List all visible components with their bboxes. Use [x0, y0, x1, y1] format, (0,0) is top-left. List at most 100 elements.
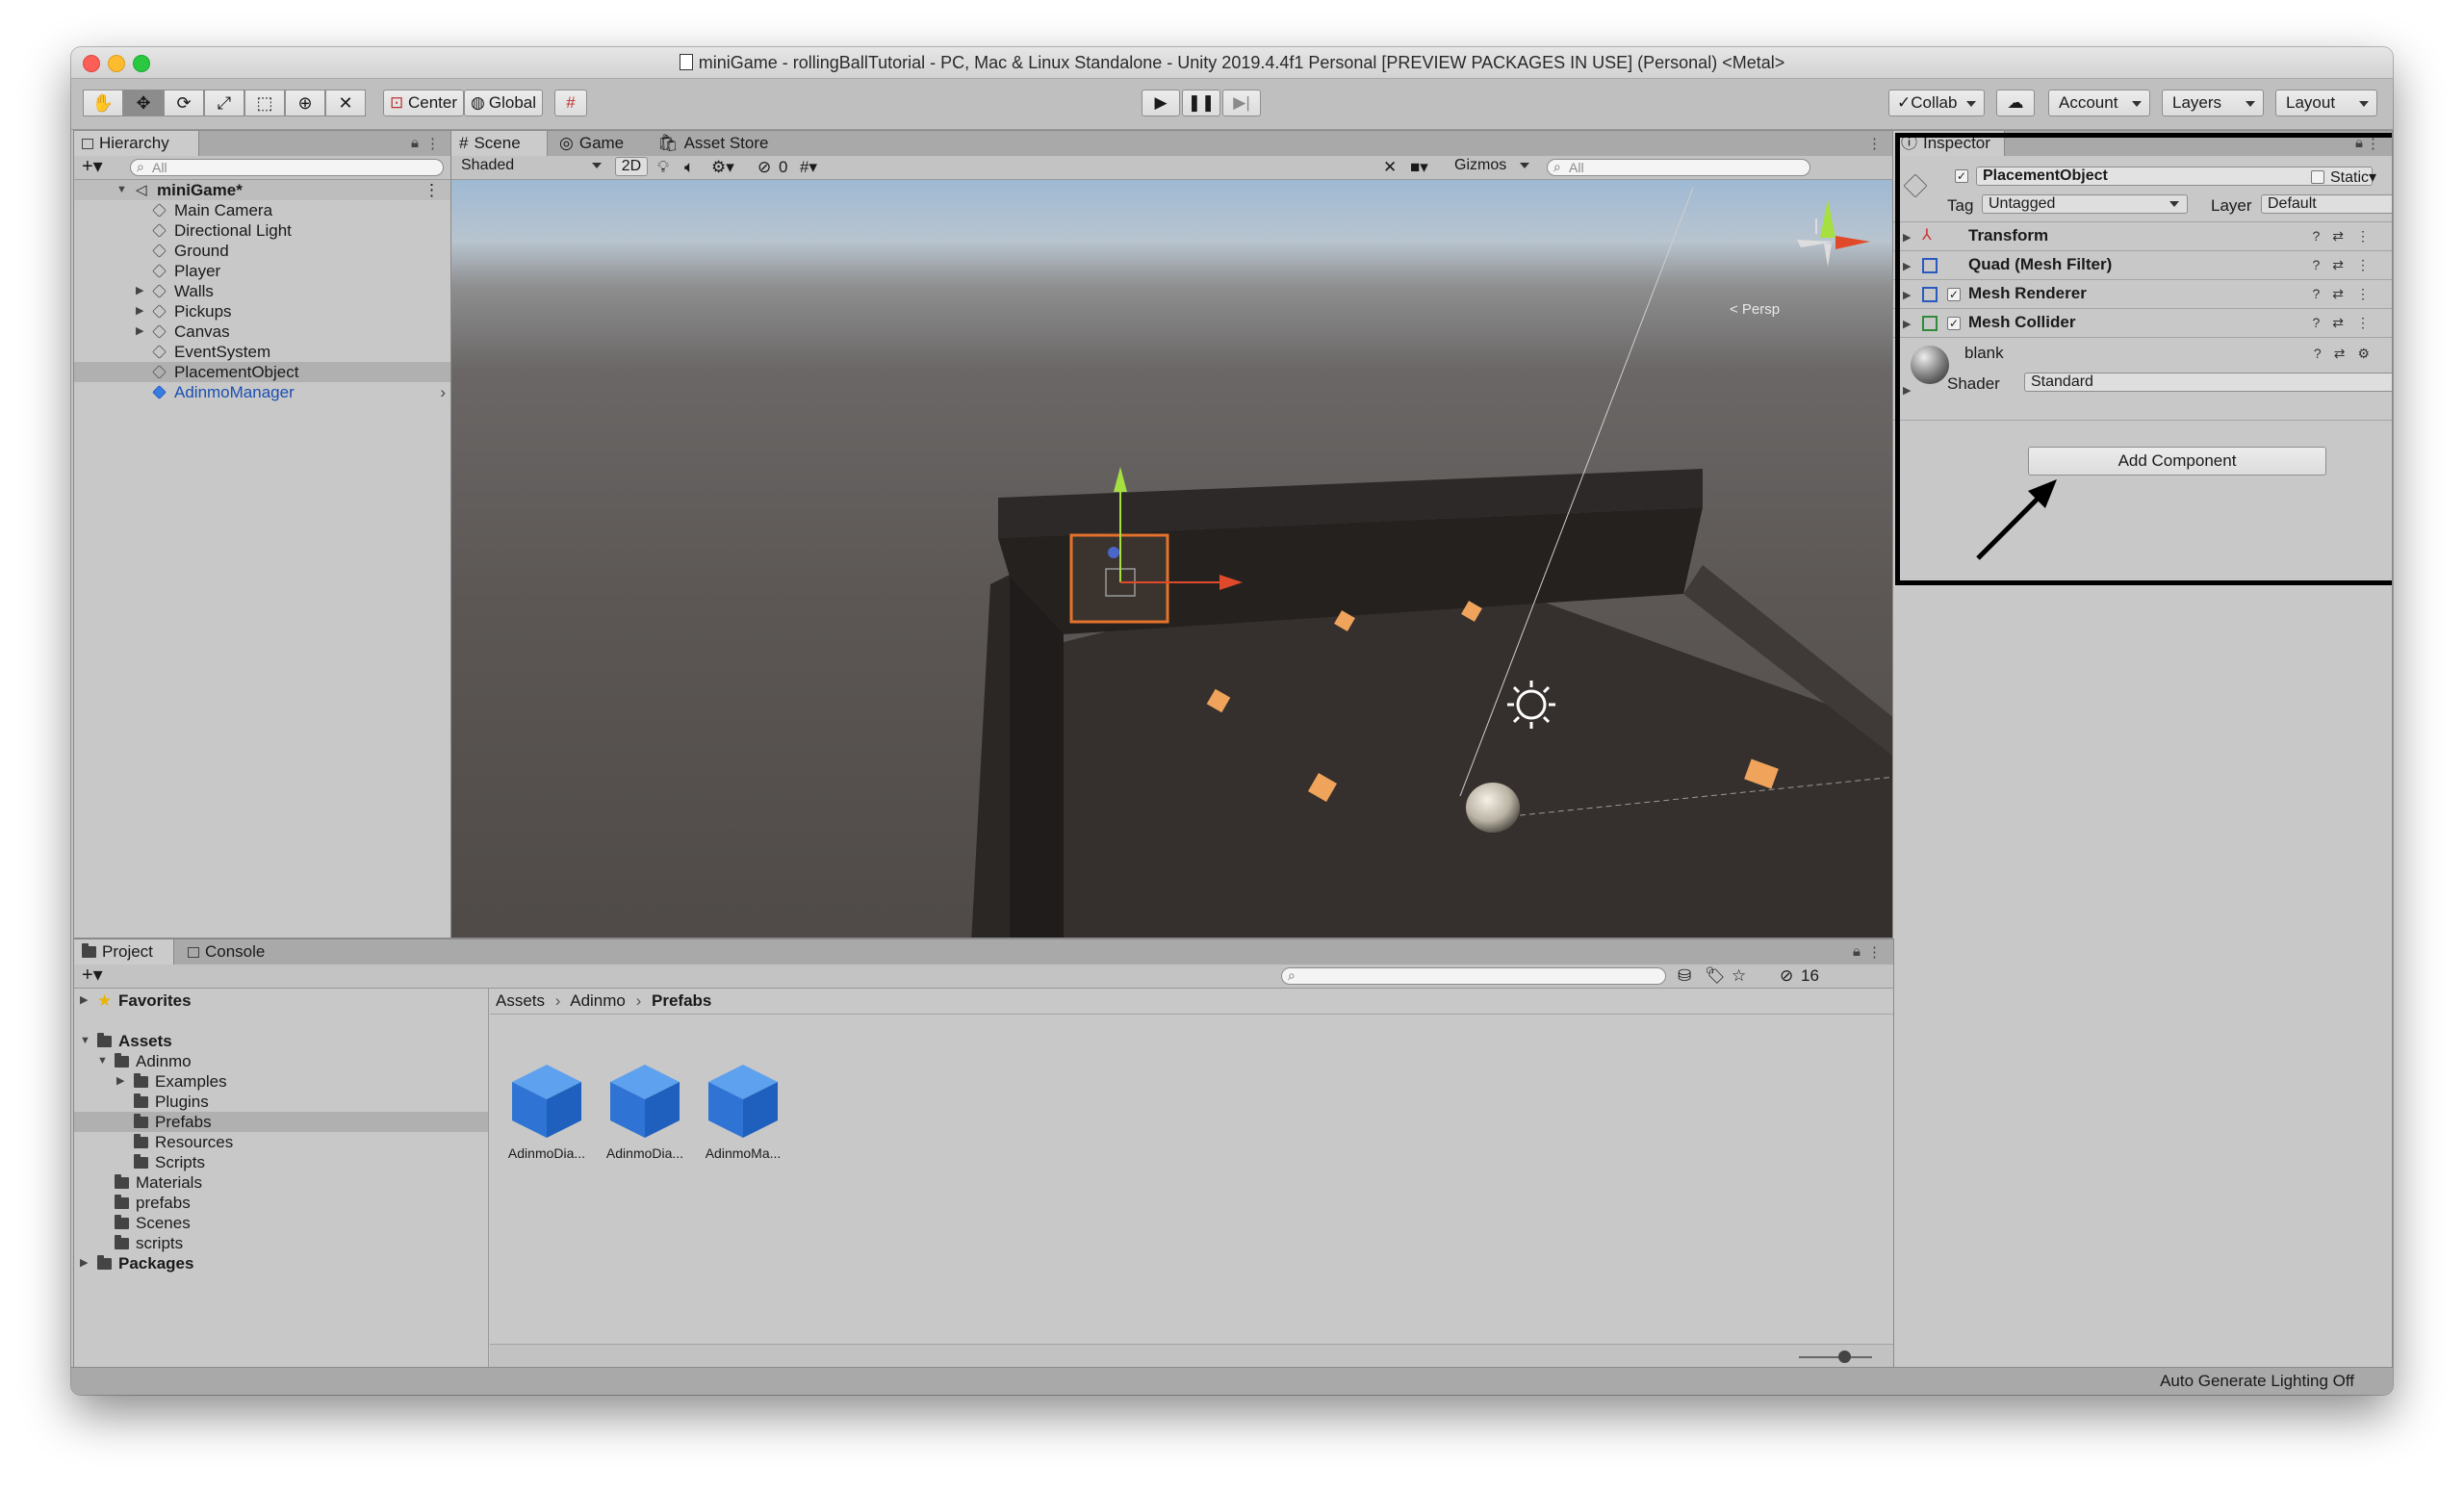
- z-axis-handle[interactable]: [1108, 547, 1119, 558]
- search-by-type-icon[interactable]: ⛁: [1678, 966, 1691, 986]
- hierarchy-item[interactable]: Player: [74, 261, 451, 281]
- tools-icon[interactable]: ✕: [1383, 158, 1397, 177]
- scene-viewport[interactable]: < Persp: [451, 180, 1893, 938]
- layers-dropdown[interactable]: Layers: [2162, 90, 2264, 116]
- tab-asset-store[interactable]: 🛍︎ Asset Store: [650, 131, 784, 156]
- prefab-asset-tile[interactable]: AdinmoMa...: [697, 1063, 789, 1161]
- folder-row[interactable]: prefabs: [74, 1193, 488, 1213]
- expand-arrow-icon[interactable]: ▶: [136, 322, 143, 342]
- favorites-row[interactable]: ▶ ★ Favorites: [74, 990, 488, 1011]
- hierarchy-item[interactable]: Main Camera: [74, 200, 451, 220]
- breadcrumb-adinmo[interactable]: Adinmo: [570, 991, 626, 1010]
- account-dropdown[interactable]: Account: [2048, 90, 2150, 116]
- scene-search-input[interactable]: All: [1547, 159, 1810, 176]
- hierarchy-item-selected[interactable]: PlacementObject: [74, 362, 451, 382]
- folder-row[interactable]: Plugins: [74, 1092, 488, 1112]
- breadcrumb-prefabs[interactable]: Prefabs: [652, 991, 711, 1010]
- layout-dropdown[interactable]: Layout: [2275, 90, 2377, 116]
- expand-arrow-icon[interactable]: ▶: [80, 990, 88, 1011]
- lock-icon[interactable]: 🔒︎: [1853, 943, 1861, 960]
- expand-arrow-icon[interactable]: ▶: [136, 301, 143, 322]
- pause-button[interactable]: ❚❚: [1182, 90, 1220, 116]
- pivot-center-button[interactable]: ⊡ Center: [383, 90, 464, 116]
- folder-row[interactable]: Resources: [74, 1132, 488, 1152]
- hierarchy-item[interactable]: ▶ Pickups: [74, 301, 451, 322]
- hierarchy-item[interactable]: Directional Light: [74, 220, 451, 241]
- expand-arrow-icon[interactable]: ▶: [80, 1253, 88, 1273]
- camera-icon[interactable]: ■▾: [1410, 158, 1428, 177]
- grid-toggle-icon[interactable]: #▾: [800, 158, 817, 177]
- project-search-input[interactable]: [1281, 967, 1666, 985]
- hand-tool-button[interactable]: ✋: [83, 90, 123, 116]
- pivot-global-button[interactable]: ◍ Global: [464, 90, 543, 116]
- favorites-star-icon[interactable]: ☆: [1732, 966, 1746, 986]
- snap-button[interactable]: #: [554, 90, 587, 116]
- icon-size-slider-thumb[interactable]: [1838, 1351, 1851, 1363]
- rect-tool-button[interactable]: ⬚: [244, 90, 285, 116]
- breadcrumb-assets[interactable]: Assets: [496, 991, 545, 1010]
- folder-row[interactable]: Scenes: [74, 1213, 488, 1233]
- folder-row[interactable]: scripts: [74, 1233, 488, 1253]
- folder-row[interactable]: Materials: [74, 1172, 488, 1193]
- inspector-panel: ⓘ Inspector 🔒︎ ⋮ ✓ PlacementObject Static…: [1892, 130, 2393, 1368]
- expand-arrow-icon[interactable]: ▼: [80, 1031, 90, 1051]
- folder-row-selected[interactable]: Prefabs: [74, 1112, 488, 1132]
- collab-dropdown[interactable]: ✓Collab: [1888, 90, 1985, 116]
- shading-mode-dropdown[interactable]: Shaded: [455, 157, 609, 176]
- hierarchy-item-prefab[interactable]: AdinmoManager ›: [74, 382, 451, 402]
- expand-arrow-icon[interactable]: ▶: [116, 1071, 124, 1092]
- scene-row[interactable]: ▼ ◁ miniGame* ⋮: [74, 180, 451, 200]
- prefab-asset-tile[interactable]: AdinmoDia...: [599, 1063, 691, 1161]
- audio-toggle-icon[interactable]: 🔈︎: [684, 158, 694, 177]
- step-button[interactable]: ▶|: [1222, 90, 1261, 116]
- y-axis-arrow[interactable]: [1114, 467, 1127, 492]
- close-window-button[interactable]: [83, 55, 100, 72]
- lock-icon[interactable]: 🔒︎: [411, 135, 419, 151]
- cloud-button[interactable]: ☁: [1996, 90, 2035, 116]
- search-by-label-icon[interactable]: 🏷︎: [1705, 966, 1726, 986]
- folder-row[interactable]: ▶ Examples: [74, 1071, 488, 1092]
- panel-menu-icon[interactable]: ⋮: [1867, 135, 1882, 152]
- maximize-window-button[interactable]: [133, 55, 150, 72]
- expand-arrow-icon[interactable]: ▼: [97, 1051, 108, 1071]
- hidden-objects-icon[interactable]: ⊘: [757, 158, 771, 177]
- expand-arrow-icon[interactable]: ▶: [136, 281, 143, 301]
- folder-row[interactable]: ▼ Adinmo: [74, 1051, 488, 1071]
- custom-tool-button[interactable]: ✕: [325, 90, 366, 116]
- chevron-right-icon[interactable]: ›: [440, 382, 446, 402]
- tab-console[interactable]: Console: [180, 939, 286, 965]
- icon-size-slider[interactable]: [1799, 1356, 1872, 1358]
- minimize-window-button[interactable]: [108, 55, 125, 72]
- panel-menu-icon[interactable]: ⋮: [425, 135, 440, 152]
- folder-row[interactable]: Scripts: [74, 1152, 488, 1172]
- 2d-toggle[interactable]: 2D: [615, 157, 648, 176]
- hidden-packages-icon[interactable]: ⊘: [1780, 966, 1793, 986]
- expand-arrow-icon[interactable]: ▼: [116, 180, 127, 200]
- scale-tool-button[interactable]: ⤢: [204, 90, 244, 116]
- rotate-tool-button[interactable]: ⟳: [164, 90, 204, 116]
- hierarchy-item[interactable]: ▶ Walls: [74, 281, 451, 301]
- hierarchy-item[interactable]: ▶ Canvas: [74, 322, 451, 342]
- hierarchy-item[interactable]: EventSystem: [74, 342, 451, 362]
- create-add-button[interactable]: +▾: [82, 965, 103, 986]
- lighting-toggle-icon[interactable]: 💡︎: [657, 158, 669, 177]
- effects-toggle-icon[interactable]: ⚙︎▾: [711, 158, 734, 177]
- panel-menu-icon[interactable]: ⋮: [1867, 943, 1882, 961]
- assets-row[interactable]: ▼ Assets: [74, 1031, 488, 1051]
- player-ball[interactable]: [1466, 783, 1520, 833]
- packages-row[interactable]: ▶ Packages: [74, 1253, 488, 1273]
- tab-scene[interactable]: # Scene: [451, 131, 548, 156]
- tab-hierarchy[interactable]: Hierarchy: [74, 131, 199, 156]
- prefab-asset-tile[interactable]: AdinmoDia...: [500, 1063, 593, 1161]
- create-add-button[interactable]: +▾: [82, 156, 103, 177]
- transform-tool-button[interactable]: ⊕: [285, 90, 325, 116]
- tab-project[interactable]: Project: [74, 939, 174, 965]
- orientation-gizmo[interactable]: [1797, 199, 1870, 267]
- move-tool-button[interactable]: ✥: [123, 90, 164, 116]
- scene-menu-icon[interactable]: ⋮: [424, 180, 440, 200]
- play-button[interactable]: ▶: [1142, 90, 1180, 116]
- tab-game[interactable]: ◎ Game: [552, 131, 648, 156]
- gizmos-dropdown[interactable]: Gizmos: [1449, 157, 1537, 176]
- hierarchy-search-input[interactable]: All: [130, 159, 444, 176]
- hierarchy-item[interactable]: Ground: [74, 241, 451, 261]
